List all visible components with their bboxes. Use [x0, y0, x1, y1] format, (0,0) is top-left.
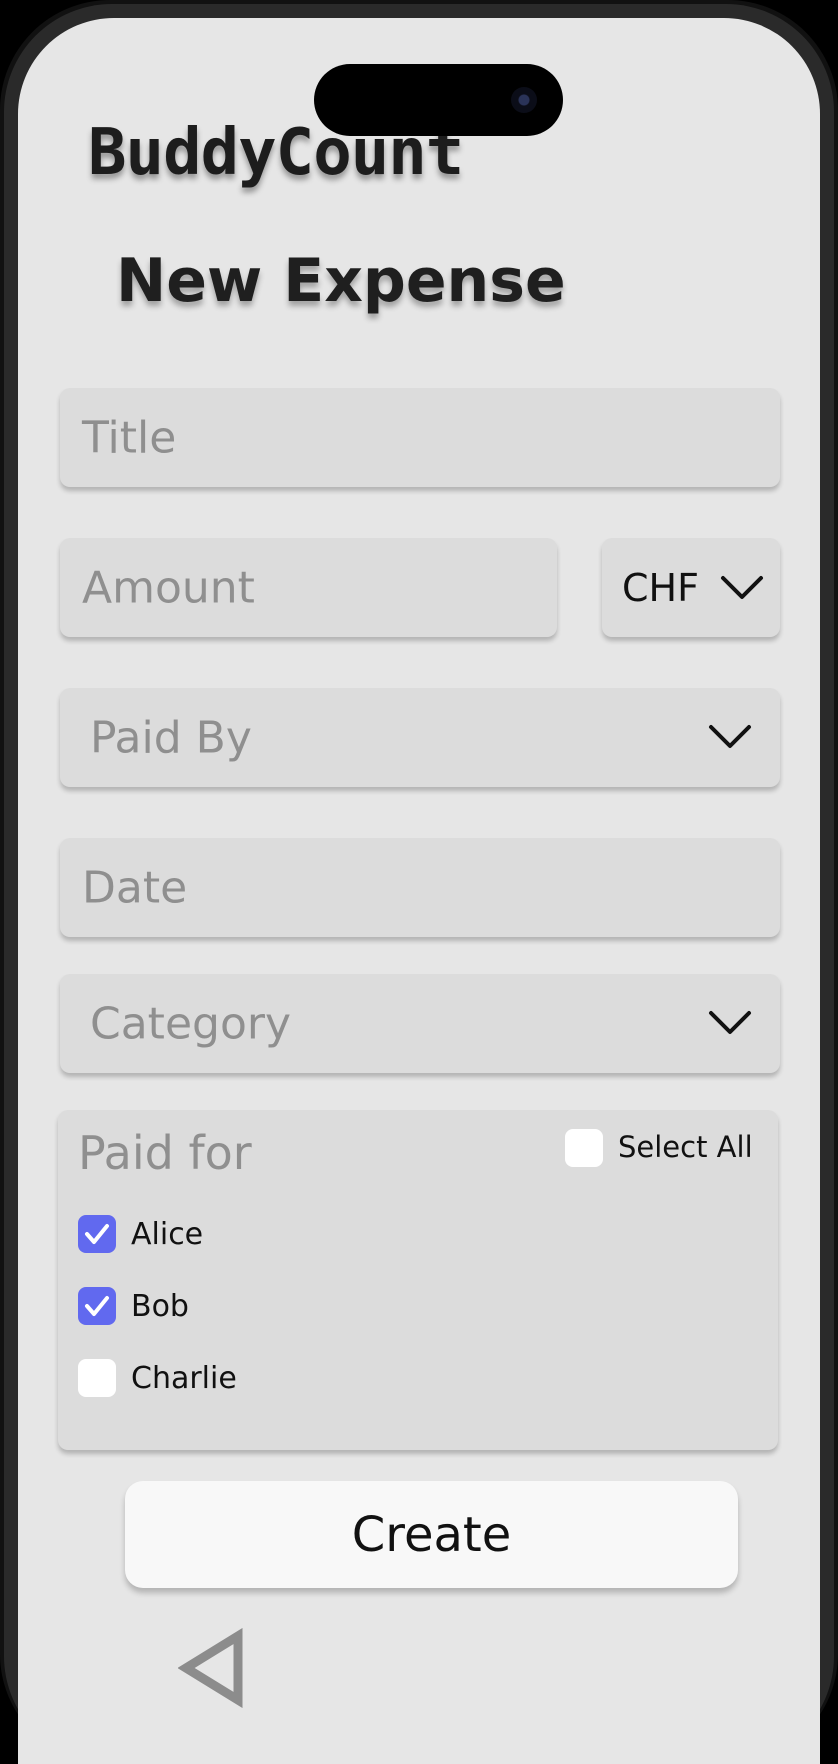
select-all-label: Select All: [618, 1130, 753, 1164]
checkmark-icon: [85, 1296, 109, 1316]
category-select[interactable]: Category: [60, 974, 780, 1073]
date-input[interactable]: Date: [60, 838, 780, 937]
dynamic-island: [314, 64, 563, 136]
category-placeholder: Category: [90, 998, 291, 1049]
amount-input[interactable]: Amount: [60, 538, 557, 637]
device-frame: BuddyCount New Expense Title Amount CHF …: [0, 0, 838, 1764]
member-label-charlie: Charlie: [131, 1361, 237, 1396]
camera-icon: [511, 87, 537, 113]
checkmark-icon: [85, 1224, 109, 1244]
date-placeholder: Date: [82, 862, 188, 913]
member-checkbox-bob[interactable]: [78, 1287, 116, 1325]
member-checkbox-charlie[interactable]: [78, 1359, 116, 1397]
select-all-checkbox[interactable]: [565, 1129, 603, 1167]
back-triangle-icon[interactable]: [178, 1628, 248, 1708]
title-input[interactable]: Title: [60, 388, 780, 487]
paid-by-placeholder: Paid By: [90, 712, 252, 763]
chevron-down-icon: [709, 725, 751, 748]
member-checkbox-alice[interactable]: [78, 1215, 116, 1253]
paid-for-panel: Paid for Select All Alice Bob Charlie: [58, 1110, 778, 1450]
paid-by-select[interactable]: Paid By: [60, 688, 780, 787]
amount-placeholder: Amount: [82, 562, 255, 613]
currency-select[interactable]: CHF: [602, 538, 780, 637]
member-label-alice: Alice: [131, 1217, 204, 1252]
chevron-down-icon: [709, 1011, 751, 1034]
app-screen: BuddyCount New Expense Title Amount CHF …: [18, 18, 820, 1764]
chevron-down-icon: [721, 576, 763, 599]
currency-value: CHF: [622, 565, 699, 610]
page-title: New Expense: [116, 246, 566, 316]
paid-for-label: Paid for: [78, 1126, 252, 1180]
create-button[interactable]: Create: [125, 1481, 738, 1588]
title-placeholder: Title: [82, 412, 177, 463]
member-label-bob: Bob: [131, 1289, 189, 1324]
